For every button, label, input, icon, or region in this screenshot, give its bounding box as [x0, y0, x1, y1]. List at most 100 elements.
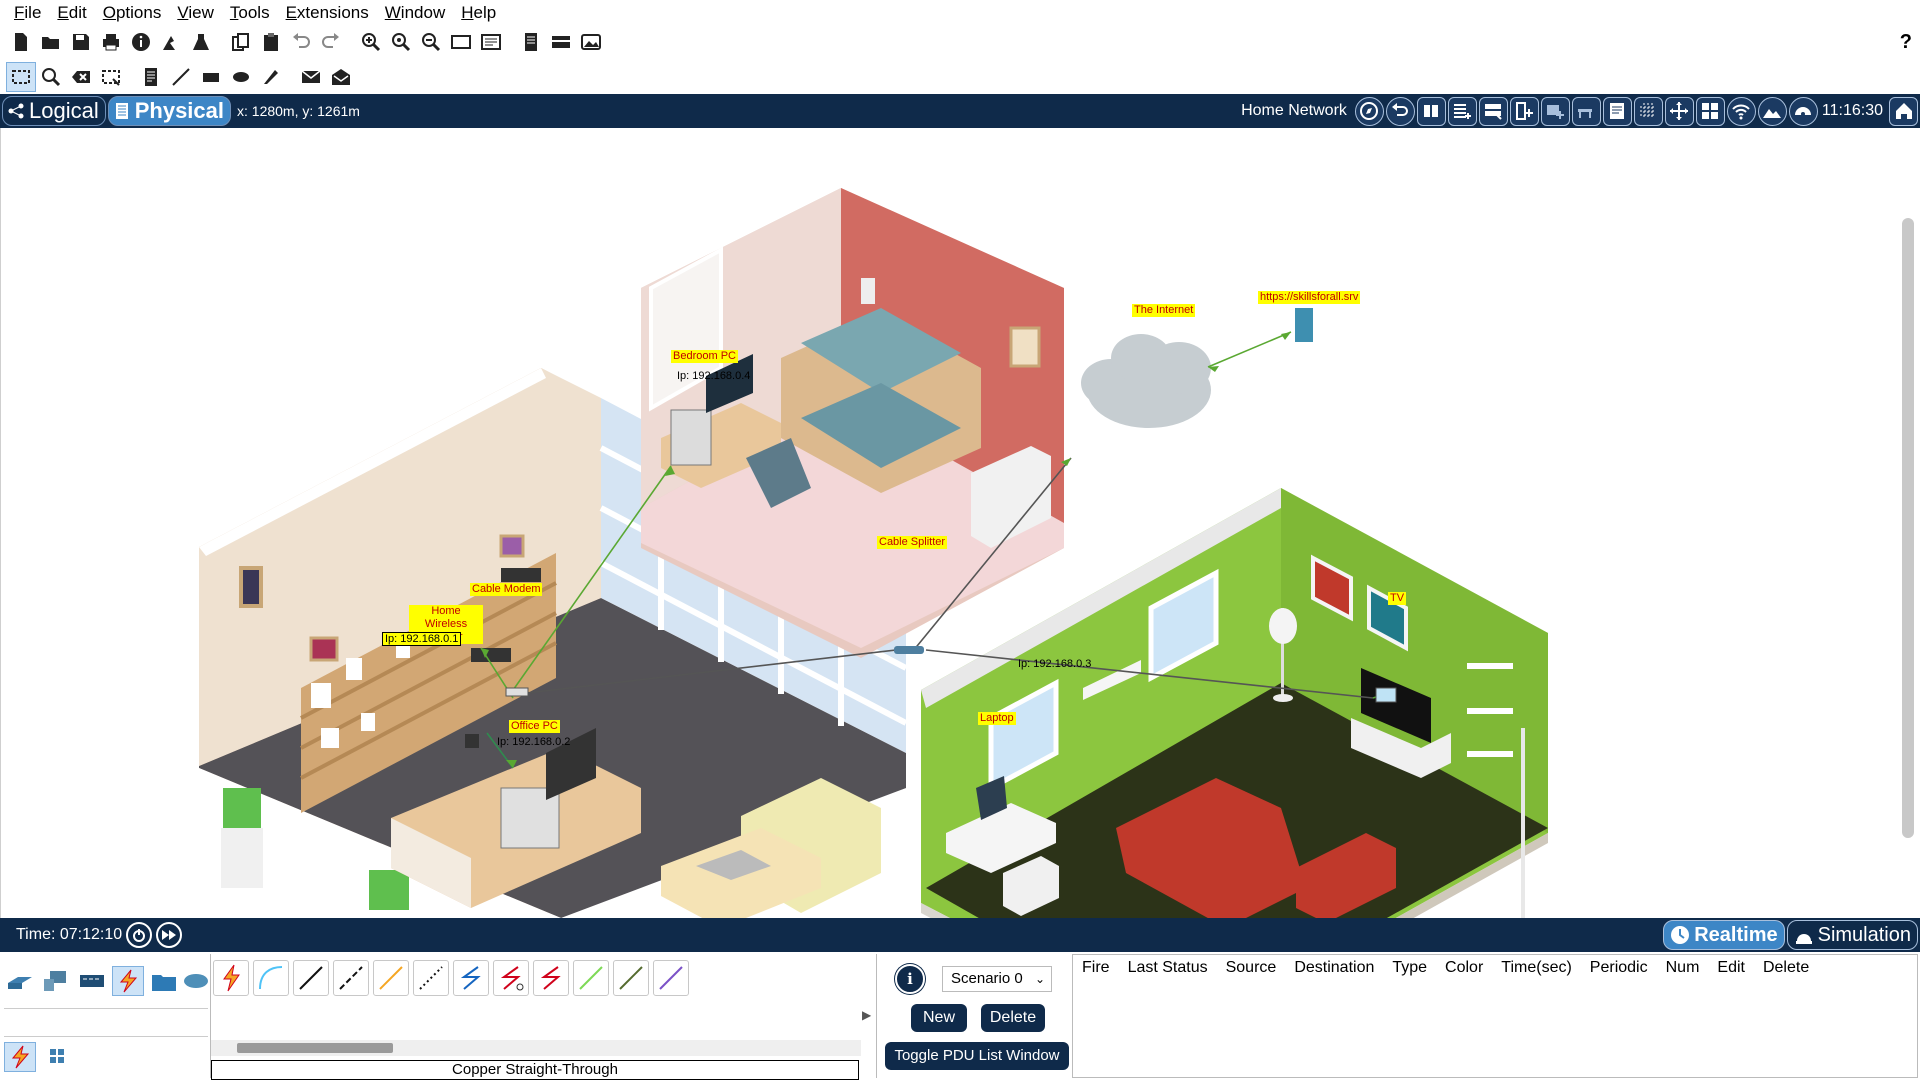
new-scenario-button[interactable]: New [911, 1004, 967, 1032]
navigation-icon[interactable] [1354, 96, 1384, 126]
menu-tools[interactable]: Tools [222, 0, 278, 26]
tv-device[interactable] [1375, 687, 1397, 703]
rectangle-icon[interactable] [196, 62, 226, 92]
viewport-icon[interactable] [546, 27, 576, 57]
collapse-arrow-icon[interactable]: ▶ [862, 1008, 871, 1022]
new-closet-icon[interactable] [1509, 96, 1539, 126]
working-closet-icon[interactable] [1695, 96, 1725, 126]
fast-forward-button[interactable] [156, 922, 183, 948]
ellipse-icon[interactable] [226, 62, 256, 92]
line-icon[interactable] [166, 62, 196, 92]
info-icon[interactable] [126, 27, 156, 57]
miscellaneous-icon[interactable] [148, 966, 180, 996]
redo-icon[interactable] [316, 27, 346, 57]
open-icon[interactable] [36, 27, 66, 57]
menu-edit[interactable]: Edit [49, 0, 94, 26]
new-rack-icon[interactable] [1540, 96, 1570, 126]
resize-icon[interactable] [96, 62, 126, 92]
connections-subtype-icon[interactable] [4, 1042, 36, 1072]
col-last-status[interactable]: Last Status [1119, 959, 1217, 977]
tab-physical[interactable]: Physical [107, 96, 231, 126]
tab-logical[interactable]: Logical [2, 96, 106, 126]
realtime-mode-button[interactable]: Realtime [1663, 920, 1785, 950]
automatic-connection-icon[interactable] [213, 960, 249, 996]
components-icon[interactable] [76, 966, 108, 996]
inspect-icon[interactable] [36, 62, 66, 92]
new-building-icon[interactable] [1478, 96, 1508, 126]
zoom-reset-icon[interactable] [386, 27, 416, 57]
delete-icon[interactable] [66, 62, 96, 92]
col-fire[interactable]: Fire [1073, 959, 1119, 977]
back-icon[interactable] [1385, 96, 1415, 126]
menu-window[interactable]: Window [377, 0, 453, 26]
structured-cabling-icon[interactable] [40, 1042, 72, 1072]
simple-pdu-icon[interactable] [296, 62, 326, 92]
col-edit[interactable]: Edit [1708, 959, 1754, 977]
coaxial-icon[interactable] [453, 960, 489, 996]
col-time[interactable]: Time(sec) [1492, 959, 1581, 977]
drawing-palette-icon[interactable] [446, 27, 476, 57]
custom-device-icon[interactable] [476, 27, 506, 57]
col-type[interactable]: Type [1383, 959, 1436, 977]
home-wireless-router-device[interactable] [465, 734, 479, 748]
physical-workspace-canvas[interactable]: Bedroom PC Ip: 192.168.0.4 The Internet … [0, 128, 1920, 918]
octal-cable-icon[interactable] [573, 960, 609, 996]
move-icon[interactable] [1664, 96, 1694, 126]
menu-file[interactable]: File [6, 0, 49, 26]
environment-icon[interactable] [1788, 96, 1818, 126]
skillsforall-server[interactable] [1295, 308, 1313, 342]
simulation-mode-button[interactable]: Simulation [1786, 920, 1918, 950]
console-cable-icon[interactable] [253, 960, 289, 996]
home-icon[interactable] [1889, 96, 1918, 126]
internet-cloud[interactable] [1081, 334, 1211, 428]
new-table-icon[interactable] [1571, 96, 1601, 126]
col-num[interactable]: Num [1657, 959, 1709, 977]
toggle-pdu-list-button[interactable]: Toggle PDU List Window [885, 1042, 1069, 1070]
multiuser-icon[interactable] [180, 966, 212, 996]
col-delete[interactable]: Delete [1754, 959, 1818, 977]
select-icon[interactable] [6, 62, 36, 92]
new-cluster-icon[interactable] [1447, 96, 1477, 126]
menu-help[interactable]: Help [453, 0, 504, 26]
scenario-select[interactable]: Scenario 0 ⌄ [942, 966, 1052, 992]
undo-icon[interactable] [286, 27, 316, 57]
zoom-in-icon[interactable] [356, 27, 386, 57]
flask-icon[interactable] [186, 27, 216, 57]
copy-icon[interactable] [226, 27, 256, 57]
help-button[interactable]: ? [1900, 26, 1912, 58]
move-object-icon[interactable] [1416, 96, 1446, 126]
connection-scrollbar[interactable] [237, 1043, 393, 1053]
zoom-out-icon[interactable] [416, 27, 446, 57]
print-icon[interactable] [96, 27, 126, 57]
phone-cable-icon[interactable] [413, 960, 449, 996]
menu-options[interactable]: Options [95, 0, 170, 26]
serial-dte-icon[interactable] [533, 960, 569, 996]
complex-pdu-icon[interactable] [326, 62, 356, 92]
background-image-icon[interactable] [1757, 96, 1787, 126]
cluster-icon[interactable] [516, 27, 546, 57]
save-icon[interactable] [66, 27, 96, 57]
copper-cross-over-icon[interactable] [333, 960, 369, 996]
device-template-icon[interactable] [576, 27, 606, 57]
usb-cable-icon[interactable] [653, 960, 689, 996]
fiber-icon[interactable] [373, 960, 409, 996]
activity-wizard-icon[interactable] [156, 27, 186, 57]
wireless-icon[interactable] [1726, 96, 1756, 126]
col-source[interactable]: Source [1217, 959, 1286, 977]
note-icon[interactable] [136, 62, 166, 92]
copper-straight-through-icon[interactable] [293, 960, 329, 996]
serial-dce-icon[interactable] [493, 960, 529, 996]
grid-icon[interactable] [1633, 96, 1663, 126]
new-file-icon[interactable] [6, 27, 36, 57]
canvas-vertical-scrollbar[interactable] [1902, 218, 1914, 838]
cable-modem-device[interactable] [505, 687, 529, 697]
network-devices-icon[interactable] [4, 966, 36, 996]
iot-custom-cable-icon[interactable] [613, 960, 649, 996]
freeform-icon[interactable] [256, 62, 286, 92]
cable-splitter-device[interactable] [894, 646, 924, 654]
col-periodic[interactable]: Periodic [1581, 959, 1657, 977]
delete-scenario-button[interactable]: Delete [981, 1004, 1045, 1032]
menu-extensions[interactable]: Extensions [278, 0, 377, 26]
scenario-info-button[interactable]: i [895, 964, 925, 994]
paste-icon[interactable] [256, 27, 286, 57]
